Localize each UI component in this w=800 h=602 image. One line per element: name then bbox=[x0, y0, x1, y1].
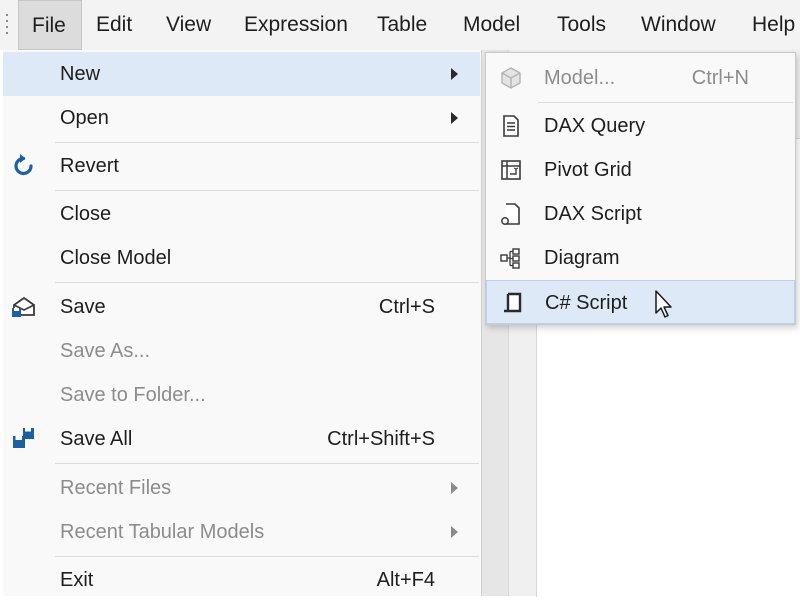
file-menu-save-as[interactable]: Save As... bbox=[3, 329, 480, 373]
submenu-arrow-icon bbox=[451, 112, 458, 124]
menu-item-label: New bbox=[60, 63, 101, 85]
menu-item-label: Revert bbox=[60, 155, 119, 177]
file-menu-save[interactable]: Save Ctrl+S bbox=[3, 285, 480, 329]
new-menu-model[interactable]: Model... Ctrl+N bbox=[486, 56, 795, 100]
script-file-icon bbox=[498, 201, 524, 227]
new-submenu: Model... Ctrl+N DAX Query Pivot Grid DAX… bbox=[485, 52, 796, 325]
save-all-icon bbox=[10, 425, 38, 453]
menu-item-label: DAX Script bbox=[544, 203, 642, 225]
menu-item-shortcut: Ctrl+S bbox=[378, 296, 435, 318]
menu-item-label: Exit bbox=[60, 569, 94, 591]
file-menu-revert[interactable]: Revert bbox=[3, 144, 480, 188]
file-menu-save-to-folder[interactable]: Save to Folder... bbox=[3, 373, 480, 417]
menu-edit[interactable]: Edit bbox=[96, 0, 132, 50]
csharp-script-icon bbox=[499, 290, 525, 316]
menu-separator bbox=[55, 142, 479, 143]
new-menu-dax-query[interactable]: DAX Query bbox=[486, 104, 795, 148]
new-menu-diagram[interactable]: Diagram bbox=[486, 236, 795, 280]
menu-separator bbox=[55, 190, 479, 191]
menu-window[interactable]: Window bbox=[641, 0, 716, 50]
menu-file[interactable]: File bbox=[18, 0, 82, 50]
menu-item-label: Pivot Grid bbox=[544, 159, 632, 181]
menu-separator bbox=[55, 282, 479, 283]
menu-item-label: Save to Folder... bbox=[60, 384, 206, 406]
menu-view[interactable]: View bbox=[166, 0, 211, 50]
diagram-icon bbox=[498, 245, 524, 271]
file-menu-close[interactable]: Close bbox=[3, 192, 480, 236]
menu-item-label: DAX Query bbox=[544, 115, 646, 137]
submenu-arrow-icon bbox=[451, 526, 458, 538]
menu-item-label: C# Script bbox=[545, 292, 628, 314]
menu-item-shortcut: Ctrl+Shift+S bbox=[327, 428, 435, 450]
file-menu-recent-files[interactable]: Recent Files bbox=[3, 466, 480, 510]
menu-item-label: Recent Tabular Models bbox=[60, 521, 265, 543]
menu-item-label: Save As... bbox=[60, 340, 151, 362]
menu-help[interactable]: Help bbox=[752, 0, 795, 50]
file-menu-exit[interactable]: Exit Alt+F4 bbox=[3, 558, 480, 602]
new-menu-csharp-script[interactable]: C# Script bbox=[486, 280, 795, 324]
menu-item-shortcut: Alt+F4 bbox=[376, 569, 435, 591]
revert-icon bbox=[10, 152, 38, 180]
file-menu-close-model[interactable]: Close Model bbox=[3, 236, 480, 280]
new-menu-dax-script[interactable]: DAX Script bbox=[486, 192, 795, 236]
file-menu-dropdown: New Open Revert Close Close Model Save C… bbox=[3, 50, 482, 596]
menu-separator bbox=[538, 102, 793, 103]
toolbar-grip-handle[interactable] bbox=[5, 14, 9, 36]
cube-icon bbox=[498, 65, 524, 91]
menu-item-label: Close Model bbox=[60, 247, 172, 269]
file-menu-new[interactable]: New bbox=[3, 52, 480, 96]
submenu-arrow-icon bbox=[451, 482, 458, 494]
new-menu-pivot-grid[interactable]: Pivot Grid bbox=[486, 148, 795, 192]
menu-model[interactable]: Model bbox=[463, 0, 520, 50]
mouse-cursor-icon bbox=[654, 289, 676, 319]
menu-item-label: Close bbox=[60, 203, 112, 225]
menu-table[interactable]: Table bbox=[377, 0, 427, 50]
menu-item-shortcut: Ctrl+N bbox=[691, 67, 749, 89]
submenu-arrow-icon bbox=[451, 68, 458, 80]
menu-tools[interactable]: Tools bbox=[557, 0, 606, 50]
document-icon bbox=[498, 113, 524, 139]
file-menu-save-all[interactable]: Save All Ctrl+Shift+S bbox=[3, 417, 480, 461]
file-menu-open[interactable]: Open bbox=[3, 96, 480, 140]
menu-item-label: Recent Files bbox=[60, 477, 172, 499]
menu-item-label: Diagram bbox=[544, 247, 620, 269]
menu-item-label: Save All bbox=[60, 428, 133, 450]
menu-bar: File Edit View Expression Table Model To… bbox=[0, 0, 800, 50]
menu-separator bbox=[55, 463, 479, 464]
pivot-grid-icon bbox=[498, 157, 524, 183]
menu-item-label: Save bbox=[60, 296, 106, 318]
menu-item-label: Open bbox=[60, 107, 109, 129]
file-menu-recent-tabular-models[interactable]: Recent Tabular Models bbox=[3, 510, 480, 554]
menu-expression[interactable]: Expression bbox=[244, 0, 348, 50]
menu-separator bbox=[55, 556, 479, 557]
save-icon bbox=[10, 293, 38, 321]
menu-item-label: Model... bbox=[544, 67, 616, 89]
